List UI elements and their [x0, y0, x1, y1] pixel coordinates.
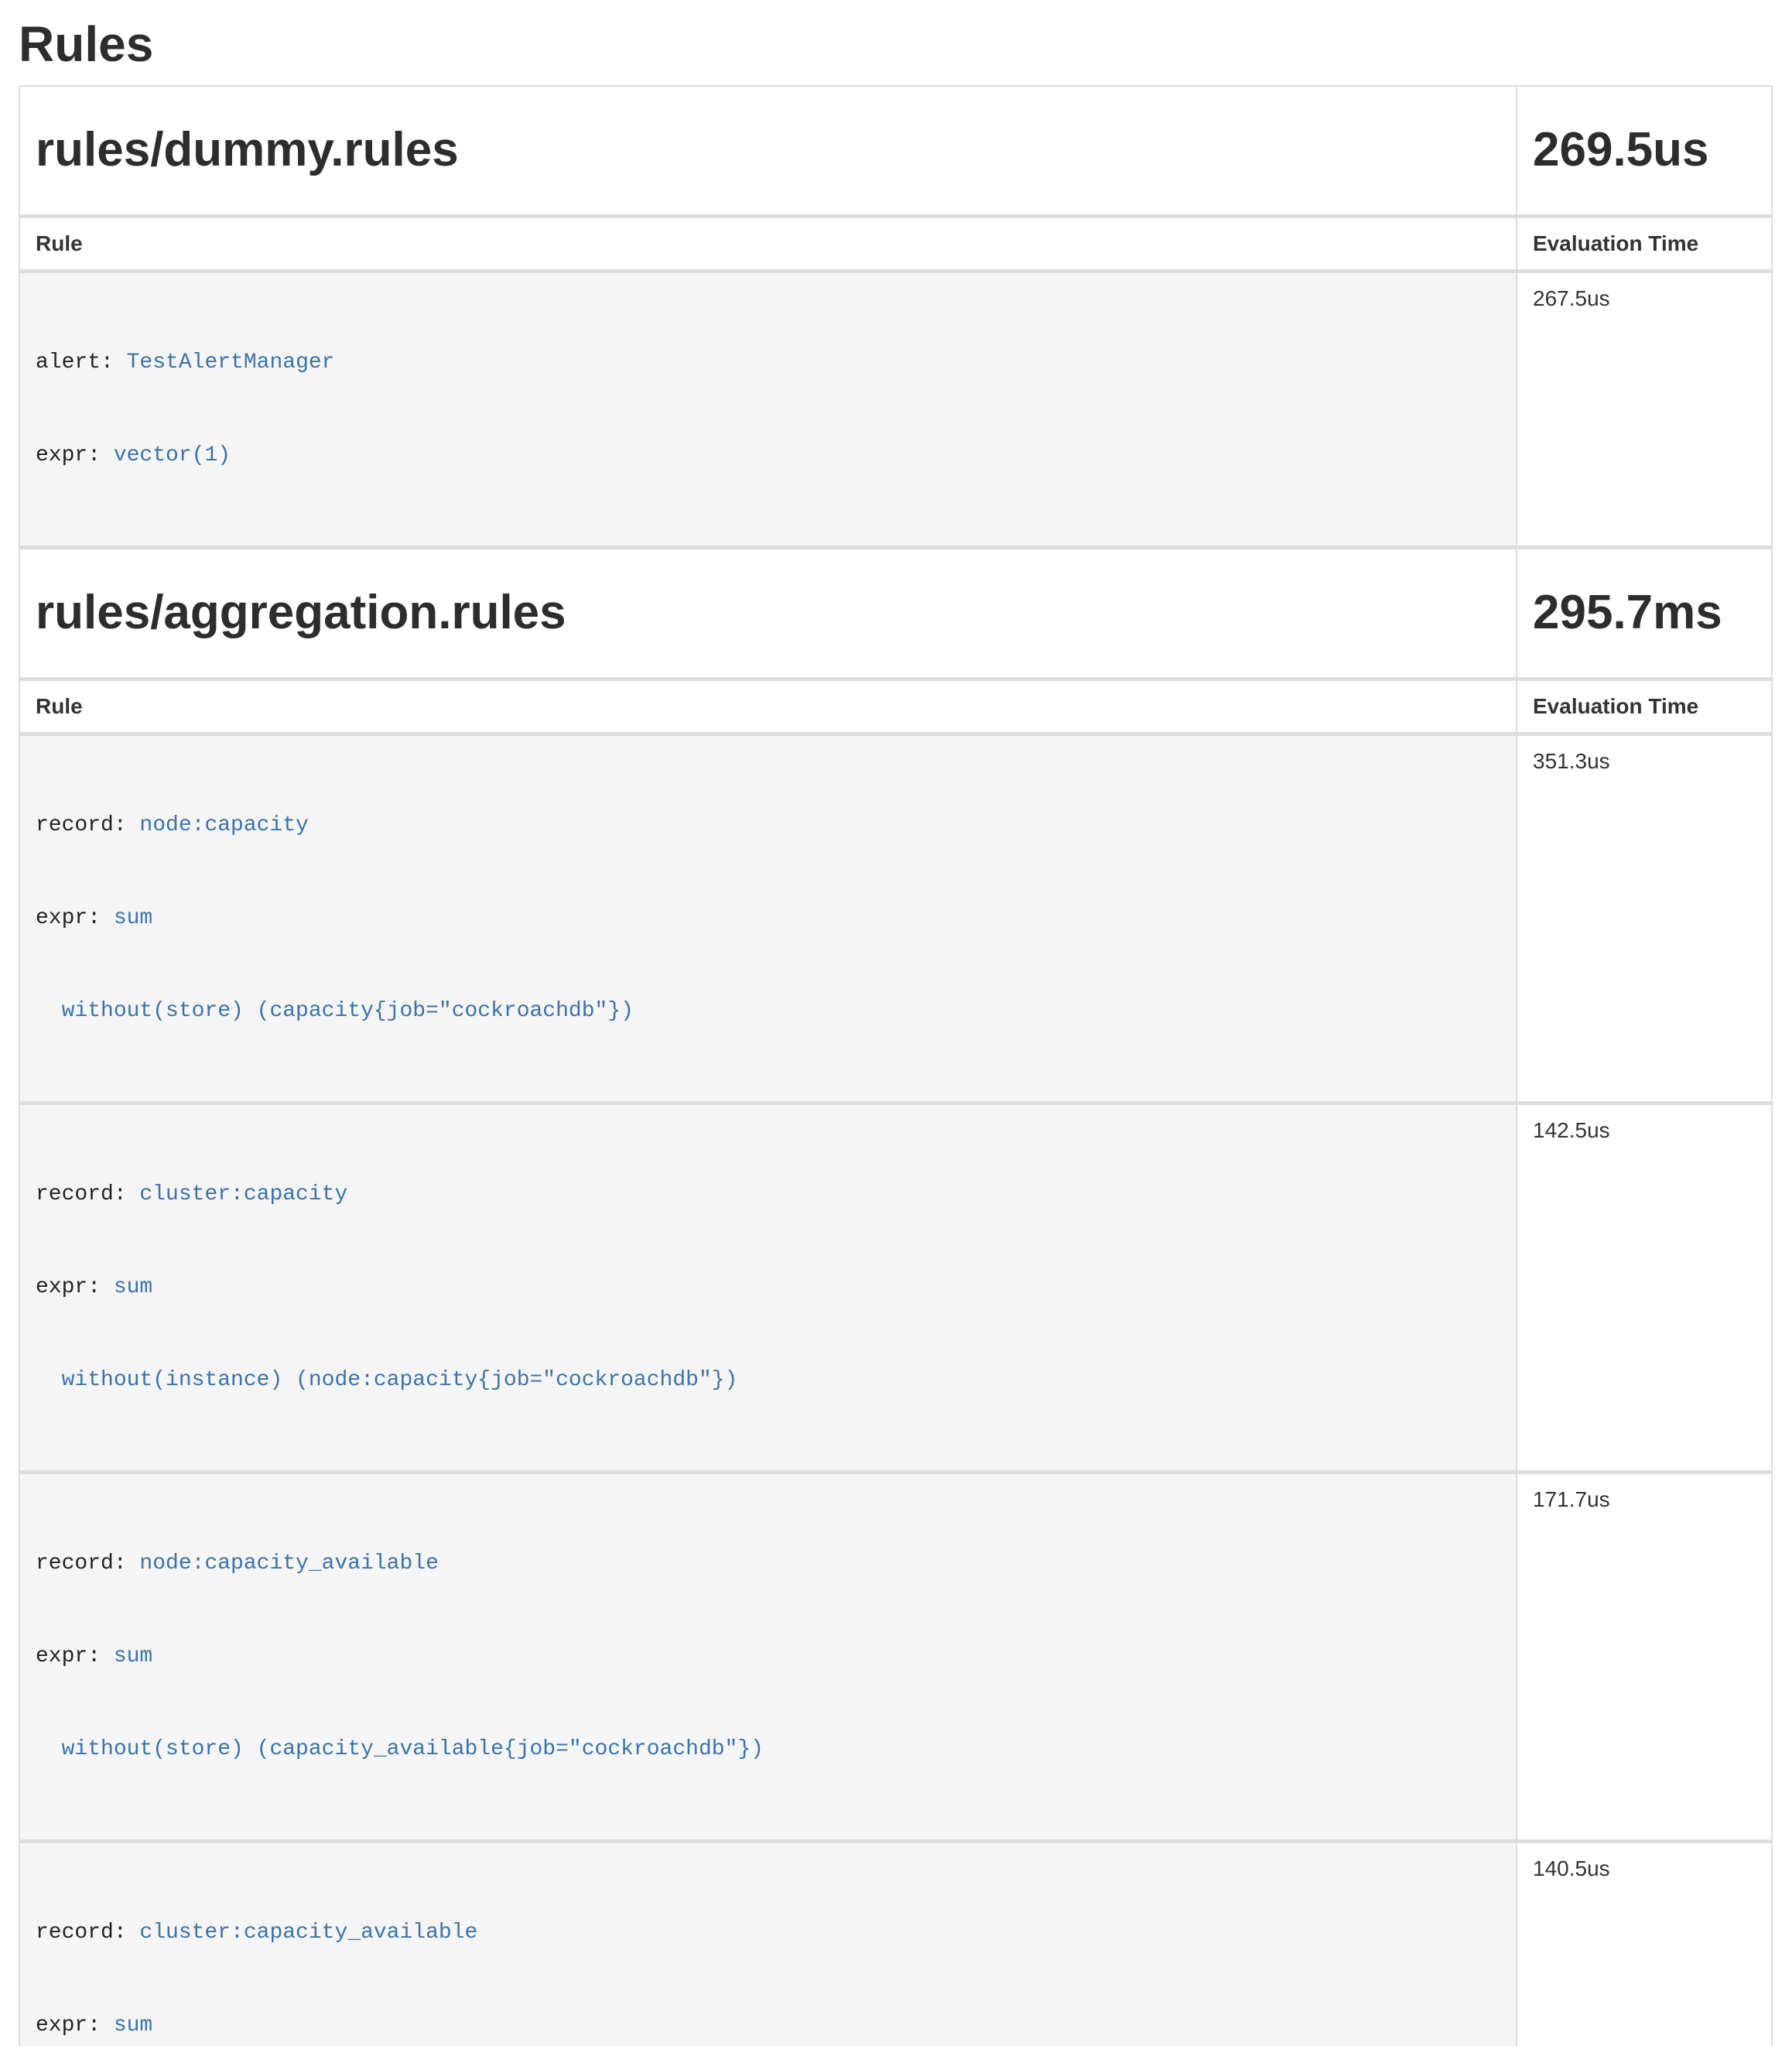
- rule-definition-cell: record: node:capacity_available expr: su…: [19, 1473, 1517, 1842]
- code-line: without(instance) (node:capacity{job="co…: [36, 1365, 1500, 1396]
- code-line: record: node:capacity_available: [36, 1548, 1500, 1579]
- rule-row: record: node:capacity_available expr: su…: [19, 1473, 1772, 1842]
- alert-name-link[interactable]: TestAlertManager: [114, 351, 335, 375]
- code-line: record: cluster:capacity_available: [36, 1918, 1500, 1948]
- code-line: expr: sum: [36, 1272, 1500, 1303]
- expr-link[interactable]: vector(1): [101, 443, 231, 467]
- rule-definition: record: cluster:capacity_available expr:…: [36, 1856, 1500, 2046]
- rule-group-total-time: 269.5us: [1533, 124, 1756, 176]
- rule-group-file-cell: rules/dummy.rules: [19, 86, 1517, 217]
- expr-link[interactable]: sum: [101, 2013, 152, 2037]
- rule-row: alert: TestAlertManager expr: vector(1) …: [19, 272, 1772, 548]
- rule-key-label: record:: [36, 1921, 127, 1945]
- expr-link[interactable]: sum: [101, 1644, 152, 1668]
- column-header-row: Rule Evaluation Time: [19, 217, 1772, 272]
- rule-group-header-row: rules/aggregation.rules 295.7ms: [19, 548, 1772, 679]
- rule-key-label: record:: [36, 813, 127, 837]
- rule-definition-cell: record: cluster:capacity expr: sum witho…: [19, 1103, 1517, 1473]
- rule-eval-time: 171.7us: [1517, 1473, 1772, 1842]
- rule-column-header: Rule: [19, 679, 1517, 734]
- rule-group-file: rules/aggregation.rules: [36, 587, 1500, 639]
- code-line: record: cluster:capacity: [36, 1179, 1500, 1210]
- expr-link[interactable]: sum: [101, 1275, 152, 1299]
- rule-definition: record: cluster:capacity expr: sum witho…: [36, 1117, 1500, 1458]
- rule-group-file-cell: rules/aggregation.rules: [19, 548, 1517, 679]
- code-line: expr: sum: [36, 2010, 1500, 2041]
- rule-definition-cell: record: cluster:capacity_available expr:…: [19, 1842, 1517, 2046]
- code-line: without(store) (capacity_available{job="…: [36, 1734, 1500, 1765]
- expr-link[interactable]: without(instance) (node:capacity{job="co…: [36, 1368, 737, 1392]
- rule-definition-cell: alert: TestAlertManager expr: vector(1): [19, 272, 1517, 548]
- expr-link[interactable]: without(store) (capacity_available{job="…: [36, 1737, 764, 1761]
- rule-key-label: expr:: [36, 1275, 101, 1299]
- eval-time-column-header: Evaluation Time: [1517, 679, 1772, 734]
- expr-link[interactable]: without(store) (capacity{job="cockroachd…: [36, 999, 634, 1023]
- code-line: record: node:capacity: [36, 810, 1500, 841]
- code-line: without(store) (capacity{job="cockroachd…: [36, 996, 1500, 1027]
- rule-key-label: record:: [36, 1552, 127, 1576]
- rule-group-header-row: rules/dummy.rules 269.5us: [19, 86, 1772, 217]
- code-line: expr: sum: [36, 903, 1500, 934]
- column-header-row: Rule Evaluation Time: [19, 679, 1772, 734]
- rule-eval-time: 351.3us: [1517, 734, 1772, 1103]
- rules-table: rules/dummy.rules 269.5us Rule Evaluatio…: [19, 85, 1773, 2046]
- rule-definition: alert: TestAlertManager expr: vector(1): [36, 286, 1500, 533]
- record-name-link[interactable]: cluster:capacity_available: [127, 1921, 478, 1945]
- rule-column-header: Rule: [19, 217, 1517, 272]
- rule-row: record: cluster:capacity expr: sum witho…: [19, 1103, 1772, 1473]
- eval-time-column-header: Evaluation Time: [1517, 217, 1772, 272]
- rule-group-total-cell: 295.7ms: [1517, 548, 1772, 679]
- record-name-link[interactable]: node:capacity: [127, 813, 309, 837]
- rule-eval-time: 267.5us: [1517, 272, 1772, 548]
- code-line: alert: TestAlertManager: [36, 347, 1500, 378]
- record-name-link[interactable]: node:capacity_available: [127, 1552, 439, 1576]
- rule-key-label: record:: [36, 1182, 127, 1206]
- rule-group-total-cell: 269.5us: [1517, 86, 1772, 217]
- page-title: Rules: [19, 17, 1773, 71]
- rule-group-total-time: 295.7ms: [1533, 587, 1756, 639]
- rule-key-label: expr:: [36, 1644, 101, 1668]
- rule-eval-time: 140.5us: [1517, 1842, 1772, 2046]
- rule-key-label: expr:: [36, 443, 101, 467]
- rule-key-label: expr:: [36, 906, 101, 930]
- rule-row: record: cluster:capacity_available expr:…: [19, 1842, 1772, 2046]
- rule-definition: record: node:capacity expr: sum without(…: [36, 748, 1500, 1089]
- rule-definition-cell: record: node:capacity expr: sum without(…: [19, 734, 1517, 1103]
- rule-key-label: alert:: [36, 351, 114, 375]
- rule-eval-time: 142.5us: [1517, 1103, 1772, 1473]
- rule-key-label: expr:: [36, 2013, 101, 2037]
- code-line: expr: vector(1): [36, 440, 1500, 471]
- expr-link[interactable]: sum: [101, 906, 152, 930]
- rule-definition: record: node:capacity_available expr: su…: [36, 1487, 1500, 1827]
- rule-row: record: node:capacity expr: sum without(…: [19, 734, 1772, 1103]
- record-name-link[interactable]: cluster:capacity: [127, 1182, 348, 1206]
- code-line: expr: sum: [36, 1641, 1500, 1672]
- rule-group-file: rules/dummy.rules: [36, 124, 1500, 176]
